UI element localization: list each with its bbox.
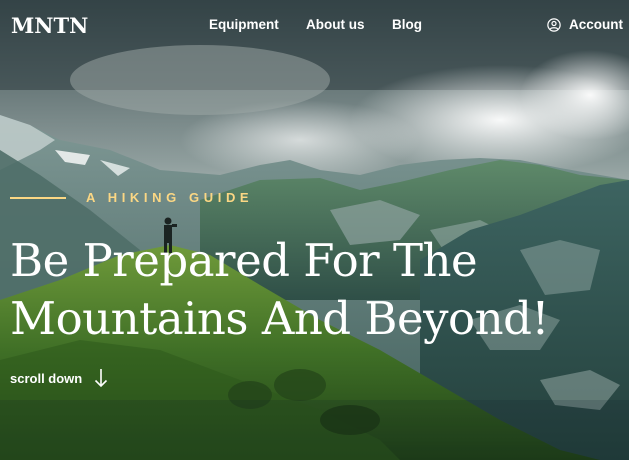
arrow-down-icon (95, 369, 108, 388)
nav-link-equipment[interactable]: Equipment (209, 17, 279, 32)
hero-headline-line-1: Be Prepared For The (10, 234, 478, 287)
user-circle-icon (547, 17, 561, 32)
account-label: Account (569, 17, 623, 32)
nav-link-blog[interactable]: Blog (392, 17, 422, 32)
tagline-text: A HIKING GUIDE (86, 190, 254, 205)
hero-headline-line-2: Mountains And Beyond! (10, 292, 550, 345)
scroll-down-label: scroll down (10, 370, 83, 386)
hero-background-image (0, 0, 629, 460)
account-button[interactable]: Account (547, 17, 623, 32)
tagline: A HIKING GUIDE (10, 190, 253, 205)
hero-section: MNTN Equipment About us Blog Account A H… (0, 0, 629, 460)
scroll-down-button[interactable]: scroll down (10, 368, 108, 388)
logo[interactable]: MNTN (11, 13, 88, 38)
hero-headline: Be Prepared For The Mountains And Beyond… (10, 232, 620, 348)
nav-link-about-us[interactable]: About us (306, 17, 365, 32)
tagline-divider (10, 196, 66, 199)
